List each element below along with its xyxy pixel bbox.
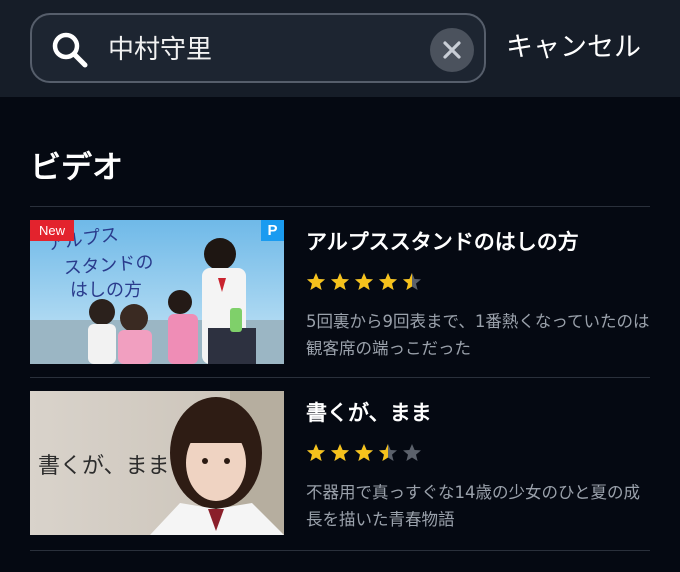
divider	[30, 206, 650, 207]
star-icon	[403, 273, 421, 290]
star-rating	[306, 272, 422, 294]
video-result-item[interactable]: アルプス スタンドの はしの方 New P アルプススタンドのはしの方 5回裏か…	[30, 220, 650, 364]
new-badge: New	[30, 220, 74, 241]
divider	[30, 377, 650, 378]
star-icon	[379, 444, 397, 461]
svg-text:はしの方: はしの方	[70, 280, 142, 301]
search-icon	[52, 32, 88, 68]
section-title-video: ビデオ	[30, 150, 123, 186]
video-thumbnail[interactable]: 書くが、まま	[30, 391, 284, 535]
star-rating	[306, 443, 422, 465]
svg-text:書くが、まま: 書くが、まま	[38, 454, 170, 479]
video-title[interactable]: 書くが、まま	[306, 397, 432, 429]
plan-badge: P	[261, 220, 284, 241]
video-description: 5回裏から9回表まで、1番熱くなっていたのは観客席の端っこだった	[306, 312, 650, 358]
video-description: 不器用で真っすぐな14歳の少女のひと夏の成長を描いた青春物語	[306, 483, 641, 529]
star-icon	[307, 273, 325, 290]
star-icon	[331, 444, 349, 461]
star-icon	[355, 273, 373, 290]
thumbnail-image: 書くが、まま	[30, 391, 284, 535]
search-header: 中村守里 キャンセル	[0, 0, 680, 97]
search-query[interactable]: 中村守里	[108, 30, 212, 70]
star-icon	[355, 444, 373, 461]
star-icon	[403, 444, 421, 461]
search-input[interactable]: 中村守里	[30, 13, 486, 83]
video-title[interactable]: アルプススタンドのはしの方	[306, 226, 579, 258]
video-result-item[interactable]: 書くが、まま 書くが、まま 不器用で真っすぐな14歳の少女のひと夏の成長を描いた…	[30, 391, 650, 535]
thumbnail-image: アルプス スタンドの はしの方	[30, 220, 284, 364]
video-thumbnail[interactable]: アルプス スタンドの はしの方 New P	[30, 220, 284, 364]
star-icon	[307, 444, 325, 461]
star-icon	[379, 273, 397, 290]
divider	[30, 550, 650, 551]
close-icon	[443, 41, 461, 59]
clear-search-button[interactable]	[430, 28, 474, 72]
cancel-button[interactable]: キャンセル	[506, 28, 641, 68]
star-icon	[331, 273, 349, 290]
